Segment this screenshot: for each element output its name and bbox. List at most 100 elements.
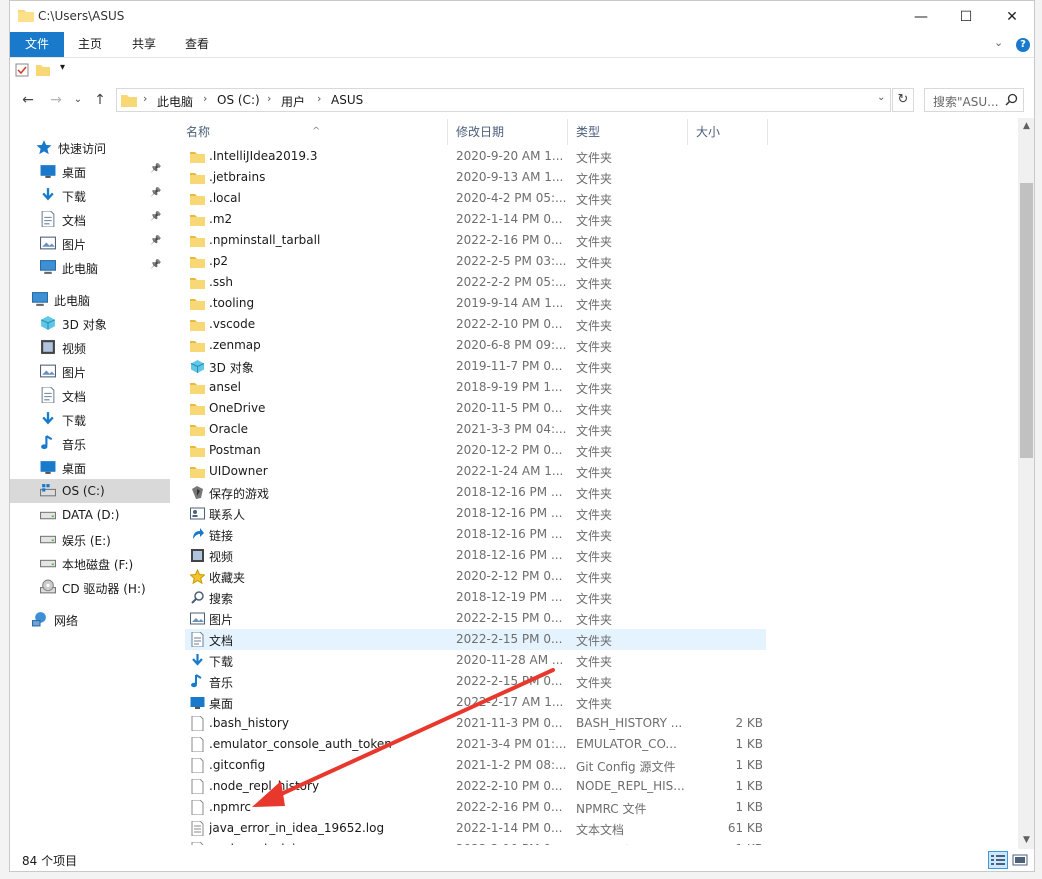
breadcrumb-asus[interactable]: ASUS <box>331 93 363 107</box>
file-row[interactable]: 桌面 2022-2-17 AM 1... 文件夹 <box>185 692 766 713</box>
file-row[interactable]: 音乐 2022-2-15 PM 0... 文件夹 <box>185 671 766 692</box>
file-row[interactable]: .bash_history 2021-11-3 PM 0... BASH_HISTO… <box>185 713 766 734</box>
file-row[interactable]: 图片 2022-2-15 PM 0... 文件夹 <box>185 608 766 629</box>
close-button[interactable]: ✕ <box>989 1 1034 32</box>
back-button[interactable]: ← <box>18 90 38 110</box>
minimize-button[interactable]: — <box>898 1 944 32</box>
sidebar-item[interactable]: OS (C:) <box>10 479 170 503</box>
file-row[interactable]: .tooling 2019-9-14 AM 1... 文件夹 <box>185 293 766 314</box>
sidebar-item[interactable]: 桌面 <box>10 455 170 479</box>
file-row[interactable]: UIDowner 2022-1-24 AM 1... 文件夹 <box>185 461 766 482</box>
file-row[interactable]: Postman 2020-12-2 PM 0... 文件夹 <box>185 440 766 461</box>
file-row[interactable]: .vscode 2022-2-10 PM 0... 文件夹 <box>185 314 766 335</box>
tab-share[interactable]: 共享 <box>122 32 166 57</box>
search-input[interactable]: 搜索"ASU... <box>924 88 1024 112</box>
breadcrumb-separator-icon[interactable]: › <box>267 92 271 105</box>
file-row[interactable]: OneDrive 2020-11-5 PM 0... 文件夹 <box>185 398 766 419</box>
file-row[interactable]: java_error_in_idea_19652.log 2022-1-14 PM… <box>185 818 766 839</box>
breadcrumb-separator-icon[interactable]: › <box>143 92 147 105</box>
address-dropdown-icon[interactable]: ⌄ <box>877 92 885 103</box>
sidebar-item[interactable]: 视频 <box>10 335 170 359</box>
sidebar-item[interactable]: DATA (D:) <box>10 503 170 527</box>
file-row[interactable]: ansel 2018-9-19 PM 1... 文件夹 <box>185 377 766 398</box>
file-row[interactable]: 保存的游戏 2018-12-16 PM ... 文件夹 <box>185 482 766 503</box>
pin-icon[interactable]: 📌 <box>150 188 161 198</box>
sidebar-item[interactable]: 快速访问 <box>10 135 170 159</box>
sidebar-item[interactable]: 音乐 <box>10 431 170 455</box>
column-header-type[interactable]: 类型 <box>568 119 688 145</box>
breadcrumb-this-pc[interactable]: 此电脑 <box>157 93 193 110</box>
pin-icon[interactable]: 📌 <box>150 236 161 246</box>
tab-home[interactable]: 主页 <box>68 32 112 57</box>
forward-button[interactable]: → <box>46 90 66 110</box>
file-row[interactable]: package-lock.json 2022-2-10 PM 0... JSON 源… <box>185 839 766 845</box>
scroll-up-icon[interactable]: ▲ <box>1018 118 1034 135</box>
breadcrumb-os-c[interactable]: OS (C:) <box>217 93 260 107</box>
column-header-name[interactable]: 名称 ^ <box>178 119 448 145</box>
maximize-button[interactable]: ☐ <box>943 1 989 32</box>
file-row[interactable]: .IntelliJIdea2019.3 2020-9-20 AM 1... 文件夹 <box>185 146 766 167</box>
sidebar-item[interactable]: 文档 📌 <box>10 207 170 231</box>
file-row[interactable]: .jetbrains 2020-9-13 AM 1... 文件夹 <box>185 167 766 188</box>
scroll-down-icon[interactable]: ▼ <box>1018 832 1034 849</box>
customize-toolbar-icon[interactable]: ▾ <box>60 62 65 73</box>
pin-icon[interactable]: 📌 <box>150 164 161 174</box>
tab-view[interactable]: 查看 <box>175 32 219 57</box>
sidebar-item[interactable]: 下载 📌 <box>10 183 170 207</box>
file-row[interactable]: 视频 2018-12-16 PM ... 文件夹 <box>185 545 766 566</box>
breadcrumb-separator-icon[interactable]: › <box>317 92 321 105</box>
file-row[interactable]: .gitconfig 2021-1-2 PM 08:... Git Config 源… <box>185 755 766 776</box>
file-row[interactable]: 收藏夹 2020-2-12 PM 0... 文件夹 <box>185 566 766 587</box>
sidebar-item[interactable]: 下载 <box>10 407 170 431</box>
sidebar-item[interactable]: 此电脑 📌 <box>10 255 170 279</box>
search-icon[interactable] <box>1005 93 1018 106</box>
pin-icon[interactable]: 📌 <box>150 212 161 222</box>
sidebar-item[interactable]: 网络 <box>10 607 170 631</box>
file-row[interactable]: .npminstall_tarball 2022-2-16 PM 0... 文件夹 <box>185 230 766 251</box>
file-row[interactable]: .ssh 2022-2-2 PM 05:... 文件夹 <box>185 272 766 293</box>
large-icons-view-button[interactable] <box>1010 851 1030 869</box>
new-folder-icon[interactable] <box>36 63 50 77</box>
address-bar[interactable]: › 此电脑 › OS (C:) › 用户 › ASUS ⌄ <box>116 88 891 112</box>
help-icon[interactable]: ? <box>1016 38 1030 52</box>
column-header-size[interactable]: 大小 <box>688 119 768 145</box>
properties-icon[interactable] <box>15 63 29 77</box>
expand-ribbon-chevron-icon[interactable]: ⌄ <box>994 36 1003 49</box>
file-row[interactable]: .zenmap 2020-6-8 PM 09:... 文件夹 <box>185 335 766 356</box>
pin-icon[interactable]: 📌 <box>150 260 161 270</box>
file-row[interactable]: .p2 2022-2-5 PM 03:... 文件夹 <box>185 251 766 272</box>
file-row[interactable]: .npmrc 2022-2-16 PM 0... NPMRC 文件 1 KB <box>185 797 766 818</box>
file-row[interactable]: 文档 2022-2-15 PM 0... 文件夹 <box>185 629 766 650</box>
breadcrumb-separator-icon[interactable]: › <box>203 92 207 105</box>
sidebar-item[interactable]: 此电脑 <box>10 287 170 311</box>
file-row[interactable]: .local 2020-4-2 PM 05:... 文件夹 <box>185 188 766 209</box>
details-view-button[interactable] <box>988 851 1008 869</box>
file-row[interactable]: .emulator_console_auth_token 2021-3-4 PM … <box>185 734 766 755</box>
file-modified-date: 2020-11-28 AM ... <box>456 653 564 667</box>
vertical-scrollbar[interactable]: ▲ ▼ <box>1018 118 1034 849</box>
sidebar-item[interactable]: 文档 <box>10 383 170 407</box>
breadcrumb-users[interactable]: 用户 <box>281 93 305 110</box>
file-type: 文件夹 <box>576 445 613 459</box>
sidebar-item[interactable]: 桌面 📌 <box>10 159 170 183</box>
file-row[interactable]: 3D 对象 2019-11-7 PM 0... 文件夹 <box>185 356 766 377</box>
file-row[interactable]: Oracle 2021-3-3 PM 04:... 文件夹 <box>185 419 766 440</box>
scrollbar-thumb[interactable] <box>1020 183 1033 458</box>
sidebar-item[interactable]: 图片 📌 <box>10 231 170 255</box>
file-row[interactable]: .m2 2022-1-14 PM 0... 文件夹 <box>185 209 766 230</box>
up-button[interactable]: ↑ <box>90 90 110 110</box>
sidebar-item[interactable]: 娱乐 (E:) <box>10 527 170 551</box>
file-row[interactable]: 联系人 2018-12-16 PM ... 文件夹 <box>185 503 766 524</box>
column-header-date[interactable]: 修改日期 <box>448 119 568 145</box>
file-row[interactable]: 链接 2018-12-16 PM ... 文件夹 <box>185 524 766 545</box>
sidebar-item[interactable]: CD 驱动器 (H:) <box>10 575 170 599</box>
file-row[interactable]: 搜索 2018-12-19 PM ... 文件夹 <box>185 587 766 608</box>
recent-locations-icon[interactable]: ⌄ <box>68 90 88 110</box>
file-row[interactable]: 下载 2020-11-28 AM ... 文件夹 <box>185 650 766 671</box>
sidebar-item[interactable]: 本地磁盘 (F:) <box>10 551 170 575</box>
sidebar-item[interactable]: 3D 对象 <box>10 311 170 335</box>
sidebar-item[interactable]: 图片 <box>10 359 170 383</box>
file-row[interactable]: .node_repl_history 2022-2-10 PM 0... NODE_… <box>185 776 766 797</box>
tab-file[interactable]: 文件 <box>10 32 64 57</box>
refresh-button[interactable]: ↻ <box>892 88 914 112</box>
